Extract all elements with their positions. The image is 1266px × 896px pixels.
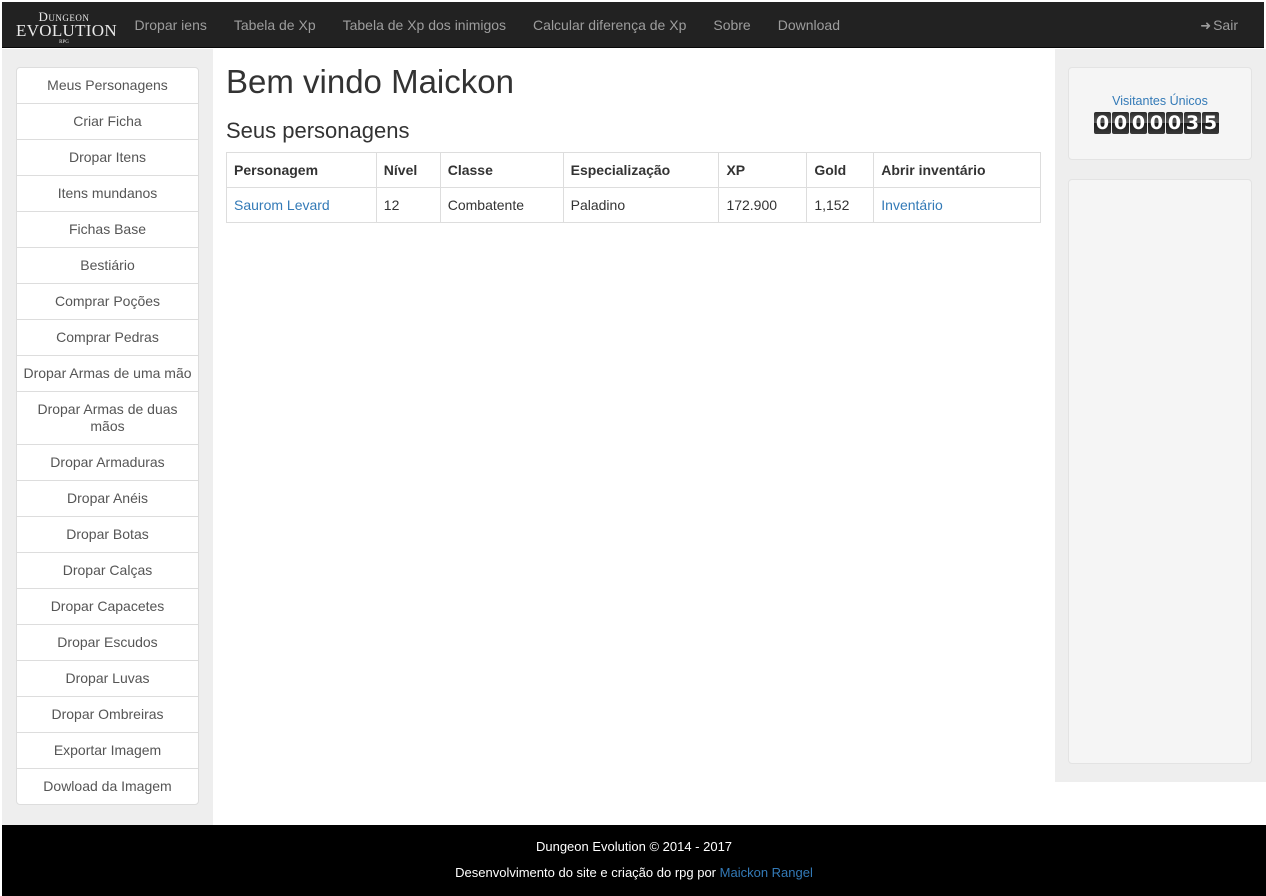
table-row: Saurom Levard 12 Combatente Paladino 172… (226, 187, 1041, 223)
navbar: Dungeon EVOLUTION RPG Dropar iens Tabela… (2, 2, 1264, 48)
nav-download[interactable]: Download (764, 2, 853, 48)
cell-especializacao: Paladino (562, 187, 720, 223)
brand-logo[interactable]: Dungeon EVOLUTION RPG (16, 10, 117, 45)
visitor-counter: 0 0 0 0 0 3 5 (1094, 112, 1219, 134)
sidebar-item-meus-personagens[interactable]: Meus Personagens (17, 68, 198, 103)
left-sidebar: Meus Personagens Criar Ficha Dropar Iten… (2, 49, 213, 825)
header-classe: Classe (439, 152, 564, 188)
logout-label: Sair (1213, 17, 1238, 33)
characters-table: Personagem Nível Classe Especialização X… (226, 152, 1041, 223)
right-sidebar: Visitantes Únicos 0 0 0 0 0 3 5 (1055, 49, 1266, 782)
header-nivel: Nível (375, 152, 441, 188)
header-personagem: Personagem (226, 152, 377, 188)
table-header-row: Personagem Nível Classe Especialização X… (226, 152, 1041, 188)
sidebar-item-criar-ficha[interactable]: Criar Ficha (17, 103, 198, 139)
cell-nivel: 12 (375, 187, 441, 223)
sidebar-menu: Meus Personagens Criar Ficha Dropar Iten… (16, 67, 199, 805)
cell-personagem: Saurom Levard (226, 187, 377, 223)
sidebar-item-comprar-pedras[interactable]: Comprar Pedras (17, 319, 198, 355)
counter-digit: 0 (1112, 112, 1129, 134)
sidebar-item-comprar-pocoes[interactable]: Comprar Poções (17, 283, 198, 319)
brand-line2: EVOLUTION (16, 21, 117, 40)
header-especializacao: Especialização (562, 152, 720, 188)
sidebar-item-armas-uma-mao[interactable]: Dropar Armas de uma mão (17, 355, 198, 391)
author-link[interactable]: Maickon Rangel (720, 865, 813, 880)
sidebar-item-escudos[interactable]: Dropar Escudos (17, 624, 198, 660)
counter-digit: 0 (1094, 112, 1111, 134)
visitors-link[interactable]: Visitantes Únicos (1069, 94, 1251, 108)
page-title: Bem vindo Maickon (226, 63, 514, 100)
sidebar-item-bestiario[interactable]: Bestiário (17, 247, 198, 283)
character-link[interactable]: Saurom Levard (234, 197, 330, 213)
nav-tabela-xp[interactable]: Tabela de Xp (220, 2, 329, 48)
counter-digit: 5 (1202, 112, 1219, 134)
sidebar-item-exportar-imagem[interactable]: Exportar Imagem (17, 732, 198, 768)
nav-links: Dropar iens Tabela de Xp Tabela de Xp do… (121, 2, 853, 48)
footer-copyright: Dungeon Evolution © 2014 - 2017 (535, 839, 733, 854)
footer-credits-text: Desenvolvimento do site e criação do rpg… (455, 865, 717, 880)
nav-dropar-iens[interactable]: Dropar iens (121, 2, 220, 48)
empty-widget (1068, 179, 1252, 764)
nav-calcular-diferenca-xp[interactable]: Calcular diferença de Xp (520, 2, 700, 48)
sidebar-item-armas-duas-maos[interactable]: Dropar Armas de duas mãos (17, 391, 198, 444)
cell-gold: 1,152 (806, 187, 875, 223)
sidebar-item-ombreiras[interactable]: Dropar Ombreiras (17, 696, 198, 732)
sidebar-item-fichas-base[interactable]: Fichas Base (17, 211, 198, 247)
counter-digit: 0 (1130, 112, 1147, 134)
sidebar-item-armaduras[interactable]: Dropar Armaduras (17, 444, 198, 480)
nav-tabela-xp-inimigos[interactable]: Tabela de Xp dos inimigos (329, 2, 519, 48)
header-xp: XP (718, 152, 808, 188)
counter-digit: 0 (1166, 112, 1183, 134)
nav-sobre[interactable]: Sobre (700, 2, 764, 48)
sidebar-item-aneis[interactable]: Dropar Anéis (17, 480, 198, 516)
cell-inventario: Inventário (873, 187, 1041, 223)
cell-xp: 172.900 (718, 187, 808, 223)
visitors-widget: Visitantes Únicos 0 0 0 0 0 3 5 (1068, 67, 1252, 160)
inventory-link[interactable]: Inventário (881, 197, 942, 213)
sign-out-icon: ➜ (1200, 18, 1212, 33)
header-gold: Gold (806, 152, 875, 188)
sidebar-item-itens-mundanos[interactable]: Itens mundanos (17, 175, 198, 211)
sidebar-item-capacetes[interactable]: Dropar Capacetes (17, 588, 198, 624)
footer-credits: Desenvolvimento do site e criação do rpg… (2, 865, 1266, 880)
brand-line3: RPG (59, 40, 69, 45)
logout-link[interactable]: ➜ Sair (1200, 2, 1238, 49)
counter-digit: 0 (1148, 112, 1165, 134)
sidebar-item-calcas[interactable]: Dropar Calças (17, 552, 198, 588)
sidebar-item-dropar-itens[interactable]: Dropar Itens (17, 139, 198, 175)
sidebar-item-luvas[interactable]: Dropar Luvas (17, 660, 198, 696)
section-title: Seus personagens (226, 118, 410, 143)
footer: Dungeon Evolution © 2014 - 2017 Desenvol… (2, 825, 1266, 896)
sidebar-item-download-imagem[interactable]: Dowload da Imagem (17, 768, 198, 804)
header-abrir-inventario: Abrir inventário (873, 152, 1041, 188)
cell-classe: Combatente (439, 187, 564, 223)
sidebar-item-botas[interactable]: Dropar Botas (17, 516, 198, 552)
counter-digit: 3 (1184, 112, 1201, 134)
